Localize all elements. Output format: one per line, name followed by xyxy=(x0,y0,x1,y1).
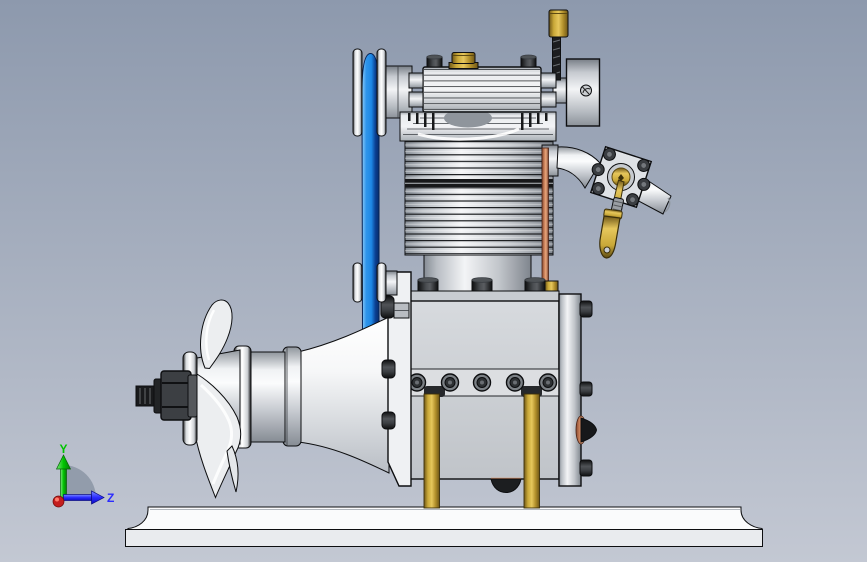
pushrod-tube[interactable] xyxy=(541,147,549,285)
vent-boss-right xyxy=(520,54,537,68)
cad-viewport[interactable]: Y Z xyxy=(0,0,867,562)
oil-filler-cap[interactable] xyxy=(448,52,479,69)
model-canvas[interactable]: Y Z xyxy=(0,0,867,562)
rocker-boss-left-upper xyxy=(408,72,424,89)
rocker-boss-left-lower xyxy=(408,91,424,108)
axis-x-origin[interactable] xyxy=(52,495,65,508)
rocker-boss-right-lower xyxy=(540,91,557,108)
drive-belt[interactable] xyxy=(361,52,380,359)
rocker-boss-right-upper xyxy=(540,72,557,89)
cylinder-head[interactable] xyxy=(399,108,557,142)
axis-y-label: Y xyxy=(59,442,67,456)
prop-shaft[interactable] xyxy=(233,345,302,449)
crankcase-deck xyxy=(405,290,560,302)
display-base[interactable] xyxy=(125,506,763,547)
axis-z-label: Z xyxy=(107,491,114,505)
cylinder-fins[interactable] xyxy=(404,139,554,256)
vent-boss-left xyxy=(426,54,443,68)
needle-valve-knob[interactable] xyxy=(548,9,569,38)
